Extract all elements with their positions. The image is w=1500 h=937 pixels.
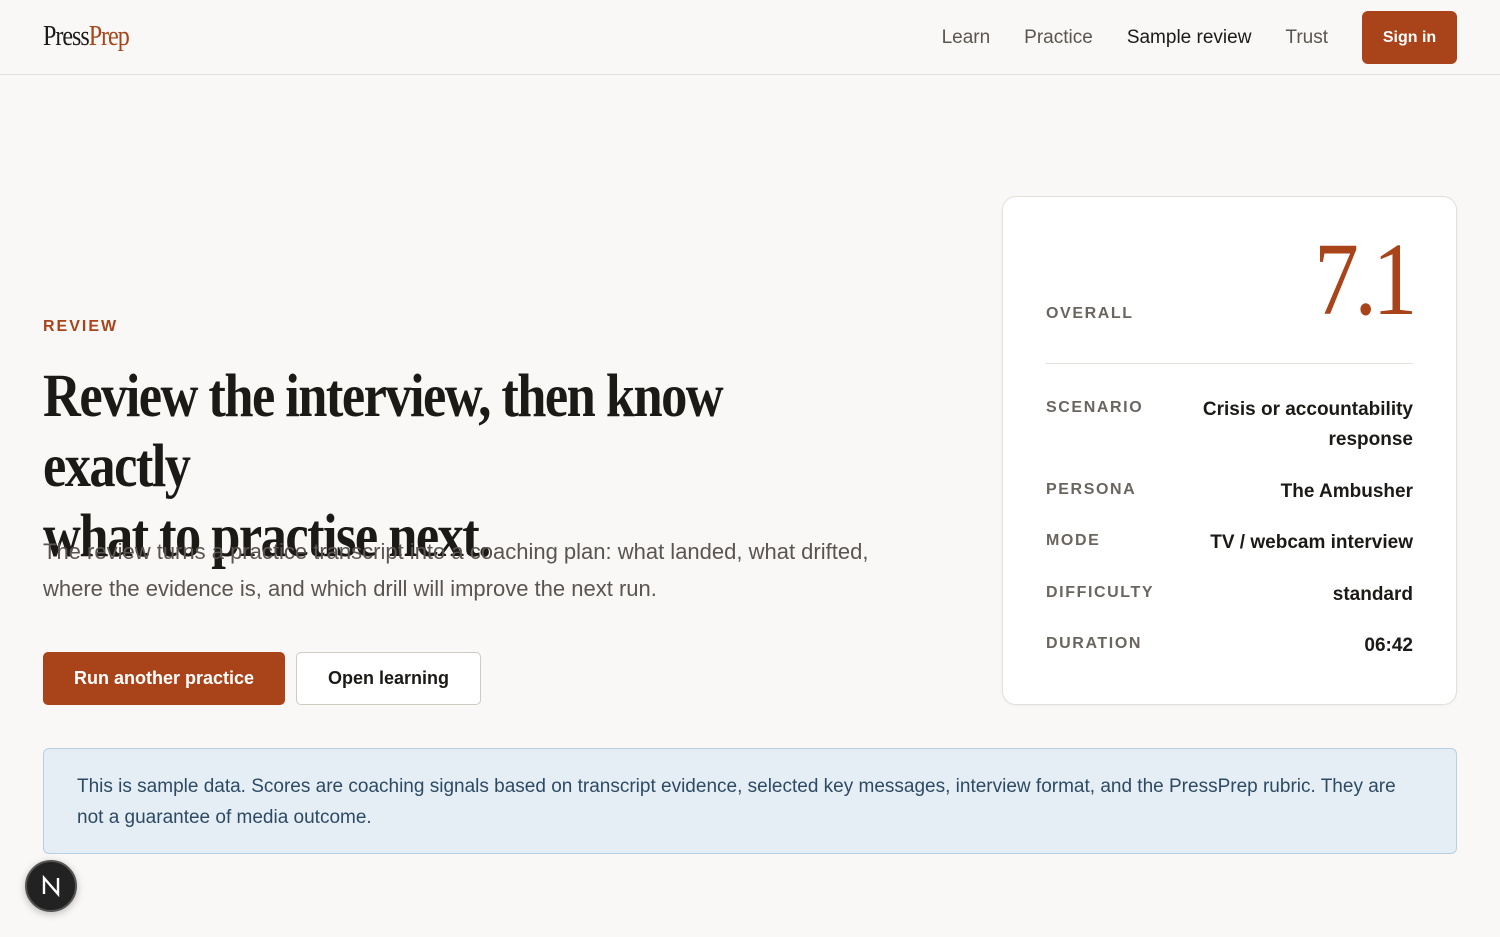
nav-practice[interactable]: Practice: [1024, 27, 1093, 49]
overall-score: 7.1: [1314, 222, 1417, 337]
scenario-value: Crisis or accountability response: [1202, 399, 1413, 450]
scenario-label: SCENARIO: [1046, 399, 1144, 416]
n-logo-button[interactable]: [25, 860, 77, 912]
section-eyebrow: REVIEW: [43, 318, 119, 335]
card-divider: [1046, 363, 1413, 364]
mode-row: MODE TV / webcam interview: [1046, 528, 1413, 558]
difficulty-label: DIFFICULTY: [1046, 584, 1155, 601]
difficulty-value: standard: [1332, 584, 1413, 605]
logo-prep: Prep: [88, 21, 130, 52]
site-header: PressPrep Learn Practice Sample review T…: [0, 0, 1500, 75]
nav-sample-review[interactable]: Sample review: [1127, 27, 1252, 49]
persona-value: The Ambusher: [1280, 481, 1413, 502]
main-nav: Learn Practice Sample review Trust Sign …: [942, 11, 1457, 64]
nav-learn[interactable]: Learn: [942, 27, 991, 49]
nav-trust[interactable]: Trust: [1285, 27, 1328, 49]
logo-press: Press: [43, 21, 90, 52]
mode-value: TV / webcam interview: [1210, 532, 1413, 553]
mode-label: MODE: [1046, 532, 1101, 549]
difficulty-row: DIFFICULTY standard: [1046, 580, 1413, 610]
run-another-practice-button[interactable]: Run another practice: [43, 652, 285, 705]
persona-label: PERSONA: [1046, 481, 1137, 498]
review-summary-card: OVERALL 7.1 SCENARIO Crisis or accountab…: [1002, 196, 1457, 705]
scenario-row: SCENARIO Crisis or accountability respon…: [1046, 395, 1413, 455]
sample-data-notice: This is sample data. Scores are coaching…: [43, 748, 1457, 854]
n-logo-icon: [42, 875, 60, 897]
hero-actions: Run another practice Open learning: [43, 652, 481, 705]
open-learning-button[interactable]: Open learning: [296, 652, 481, 705]
hero-description: The review turns a practice transcript i…: [43, 539, 869, 601]
duration-value: 06:42: [1364, 635, 1413, 656]
logo[interactable]: PressPrep: [43, 20, 130, 54]
duration-label: DURATION: [1046, 635, 1143, 652]
overall-label: OVERALL: [1046, 305, 1134, 322]
sign-in-button[interactable]: Sign in: [1362, 11, 1457, 64]
persona-row: PERSONA The Ambusher: [1046, 477, 1413, 507]
duration-row: DURATION 06:42: [1046, 631, 1413, 661]
